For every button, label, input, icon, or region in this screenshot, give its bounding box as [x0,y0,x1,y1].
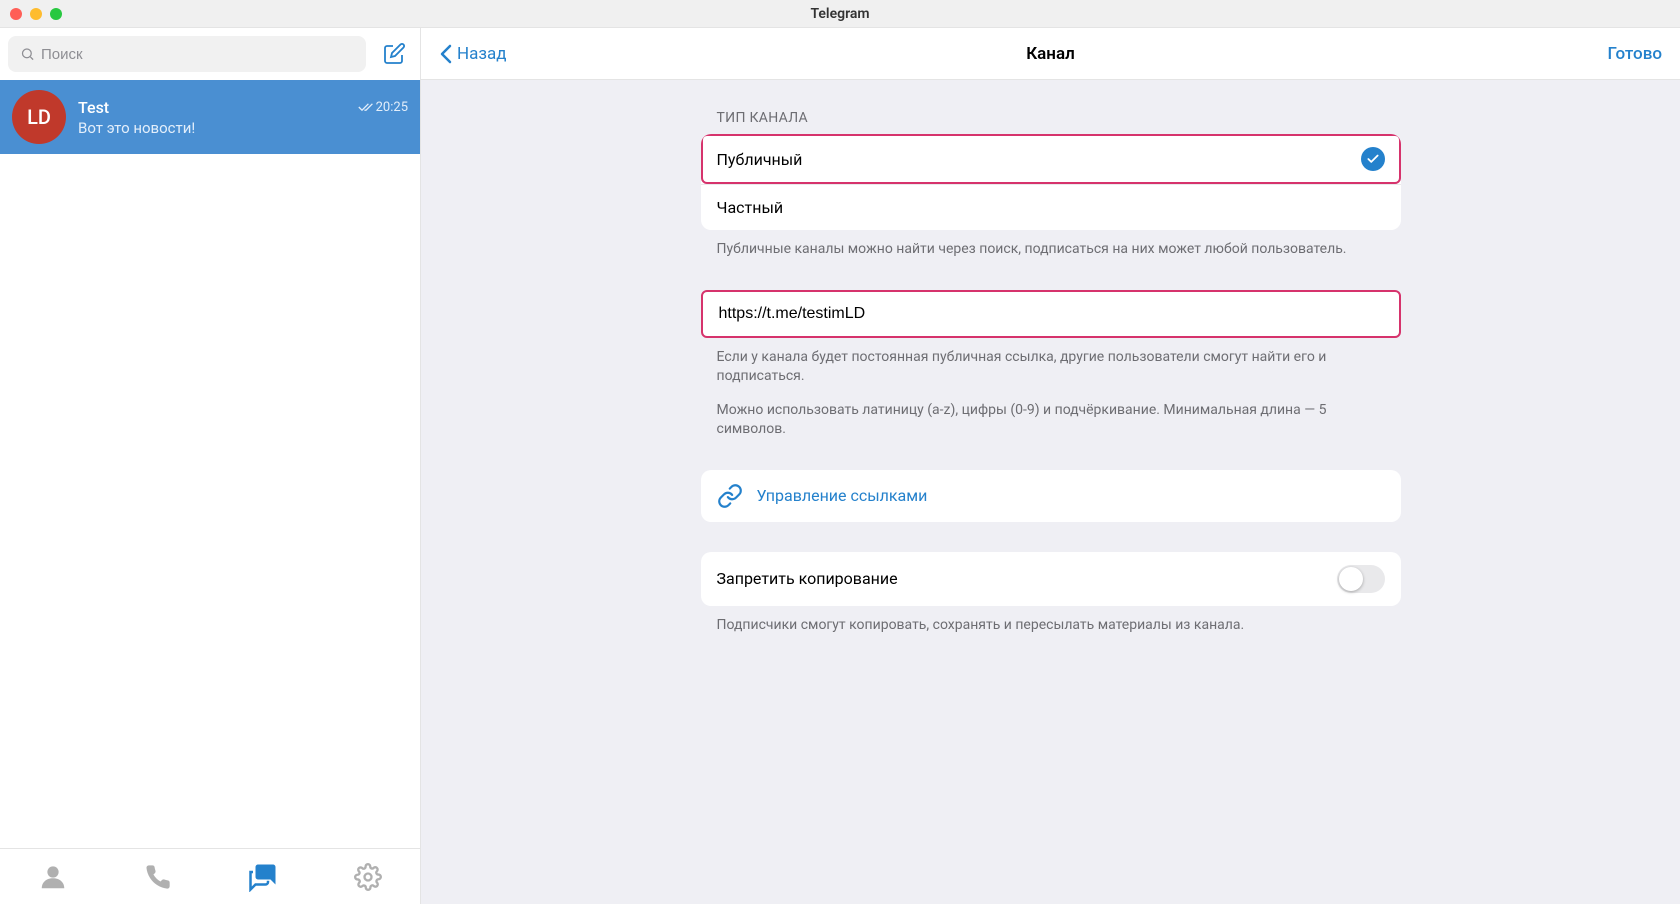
link-helper-2: Можно использовать латиницу (a-z), цифры… [701,387,1401,440]
search-input[interactable] [41,46,354,63]
done-button[interactable]: Готово [1607,44,1662,64]
sidebar-bottom-tabs [0,848,420,904]
tab-calls[interactable] [105,849,210,904]
sidebar: LD Test 20:25 Вот это новости! [0,28,421,904]
channel-type-card: Публичный Частный [701,134,1401,230]
chat-preview: Вот это новости! [78,119,408,137]
window-maximize-button[interactable] [50,8,62,20]
back-label: Назад [457,44,507,64]
sidebar-top [0,28,420,80]
link-card [701,290,1401,338]
tab-chats[interactable] [210,849,315,904]
window-title: Telegram [810,6,869,22]
restrict-copy-label: Запретить копирование [717,569,898,588]
chat-item[interactable]: LD Test 20:25 Вот это новости! [0,80,420,154]
person-icon [38,862,68,892]
content-pane: Назад Канал Готово ТИП КАНАЛА Публичный … [421,28,1680,904]
back-button[interactable]: Назад [439,44,507,64]
restrict-copy-row[interactable]: Запретить копирование [701,552,1401,606]
chat-title: Test [78,98,109,117]
gear-icon [354,863,382,891]
check-icon [1361,147,1385,171]
manage-links-button[interactable]: Управление ссылками [701,470,1401,522]
compose-button[interactable] [376,36,412,72]
chat-time: 20:25 [358,100,408,115]
chat-time-text: 20:25 [376,100,408,115]
chats-icon [248,862,278,892]
restrict-card: Запретить копирование [701,552,1401,606]
restrict-copy-toggle[interactable] [1337,565,1385,593]
search-icon [20,46,35,62]
traffic-lights [10,8,62,20]
double-check-icon [358,101,374,113]
channel-type-helper: Публичные каналы можно найти через поиск… [701,230,1401,260]
chevron-left-icon [439,44,453,64]
channel-link-row[interactable] [703,292,1399,336]
search-field-wrap[interactable] [8,36,366,72]
tab-settings[interactable] [315,849,420,904]
window-close-button[interactable] [10,8,22,20]
content-body: ТИП КАНАЛА Публичный Частный Публичные к… [421,80,1680,904]
channel-type-label: ТИП КАНАЛА [701,110,1401,134]
channel-type-public[interactable]: Публичный [701,134,1401,184]
link-icon [717,483,743,509]
channel-type-private-label: Частный [717,198,784,217]
channel-type-private[interactable]: Частный [701,184,1401,230]
window-minimize-button[interactable] [30,8,42,20]
content-header: Назад Канал Готово [421,28,1680,80]
window-titlebar: Telegram [0,0,1680,28]
manage-links-card: Управление ссылками [701,470,1401,522]
link-helper-1: Если у канала будет постоянная публичная… [701,338,1401,387]
channel-link-input[interactable] [719,305,1383,323]
chat-list: LD Test 20:25 Вот это новости! [0,80,420,848]
manage-links-label: Управление ссылками [757,486,928,505]
chat-texts: Test 20:25 Вот это новости! [78,98,408,137]
tab-contacts[interactable] [0,849,105,904]
page-title: Канал [1026,44,1075,64]
channel-type-public-label: Публичный [717,150,803,169]
compose-icon [382,42,406,66]
restrict-helper: Подписчики смогут копировать, сохранять … [701,606,1401,636]
phone-icon [144,863,172,891]
avatar: LD [12,90,66,144]
